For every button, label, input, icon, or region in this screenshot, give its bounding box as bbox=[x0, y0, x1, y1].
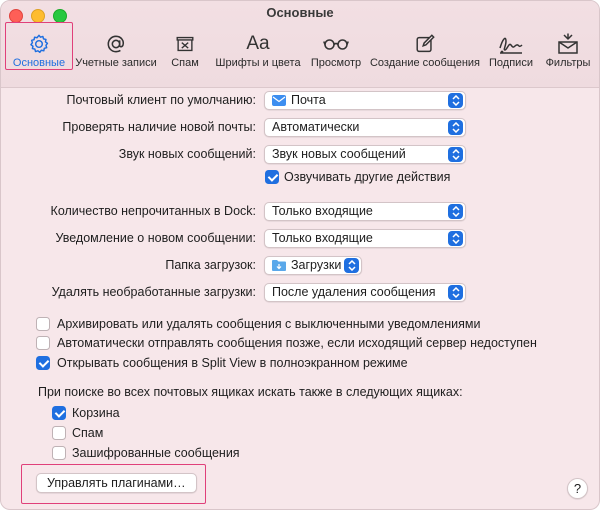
gear-icon bbox=[28, 31, 50, 57]
search-trash-label: Корзина bbox=[72, 406, 120, 420]
popup-arrows-icon bbox=[344, 258, 359, 273]
signature-icon bbox=[498, 31, 524, 57]
search-encrypted-label: Зашифрованные сообщения bbox=[72, 446, 240, 460]
split-view-checkbox[interactable] bbox=[36, 356, 50, 370]
tab-fonts-label: Шрифты и цвета bbox=[215, 57, 301, 69]
tab-signatures-label: Подписи bbox=[489, 57, 533, 69]
popup-arrows-icon bbox=[448, 204, 463, 219]
split-view-label: Открывать сообщения в Split View в полно… bbox=[57, 356, 408, 370]
tab-viewing[interactable]: Просмотр bbox=[307, 23, 365, 69]
archive-muted-checkbox[interactable] bbox=[36, 317, 50, 331]
popup-arrows-icon bbox=[448, 285, 463, 300]
notification-value: Только входящие bbox=[272, 231, 373, 245]
tab-viewing-label: Просмотр bbox=[310, 57, 362, 69]
glasses-icon bbox=[323, 31, 349, 57]
check-mail-row: Проверять наличие новой почты: Автоматич… bbox=[1, 116, 599, 138]
downloads-folder-value: Загрузки bbox=[291, 258, 342, 272]
popup-arrows-icon bbox=[448, 93, 463, 108]
at-sign-icon bbox=[105, 31, 127, 57]
dock-unread-row: Количество непрочитанных в Dock: Только … bbox=[1, 200, 599, 222]
notification-popup[interactable]: Только входящие bbox=[264, 228, 466, 248]
tab-junk-mail[interactable]: Спам bbox=[163, 23, 207, 69]
popup-arrows-icon bbox=[448, 120, 463, 135]
preferences-toolbar: Основные Учетные записи Спам Aa Шрифты и… bbox=[1, 23, 599, 85]
search-section-heading: При поиске во всех почтовых ящиках искат… bbox=[38, 385, 463, 399]
tab-rules-label: Фильтры bbox=[545, 57, 591, 69]
remove-downloads-value: После удаления сообщения bbox=[272, 285, 436, 299]
manage-plugins-button[interactable]: Управлять плагинами… bbox=[36, 473, 197, 493]
search-junk-label: Спам bbox=[72, 426, 104, 440]
send-later-label: Автоматически отправлять сообщения позже… bbox=[57, 336, 537, 350]
tab-accounts-label: Учетные записи bbox=[75, 57, 157, 69]
check-mail-value: Автоматически bbox=[272, 120, 360, 134]
help-button[interactable]: ? bbox=[567, 478, 588, 499]
new-mail-sound-row: Звук новых сообщений: Звук новых сообщен… bbox=[1, 143, 599, 165]
notification-label: Уведомление о новом сообщении: bbox=[55, 231, 256, 245]
archive-muted-label: Архивировать или удалять сообщения с вык… bbox=[57, 317, 481, 331]
mail-preferences-window: Основные Основные Учетные записи Спам Aa… bbox=[0, 0, 600, 510]
check-mail-label: Проверять наличие новой почты: bbox=[62, 120, 256, 134]
default-client-label: Почтовый клиент по умолчанию: bbox=[66, 93, 256, 107]
play-other-sounds-label: Озвучивать другие действия bbox=[284, 170, 451, 184]
tab-composing[interactable]: Создание сообщения bbox=[369, 23, 481, 69]
remove-downloads-label: Удалять необработанные загрузки: bbox=[51, 285, 256, 299]
new-mail-sound-label: Звук новых сообщений: bbox=[118, 147, 256, 161]
downloads-folder-row: Папка загрузок: Загрузки bbox=[1, 254, 599, 276]
junk-mail-icon bbox=[174, 31, 196, 57]
new-mail-sound-value: Звук новых сообщений bbox=[272, 147, 406, 161]
default-client-value: Почта bbox=[291, 93, 326, 107]
search-trash-checkbox[interactable] bbox=[52, 406, 66, 420]
remove-downloads-row: Удалять необработанные загрузки: После у… bbox=[1, 281, 599, 303]
dock-unread-value: Только входящие bbox=[272, 204, 373, 218]
tab-general[interactable]: Основные bbox=[7, 23, 71, 69]
dock-unread-popup[interactable]: Только входящие bbox=[264, 201, 466, 221]
mail-app-icon bbox=[272, 94, 286, 106]
check-mail-popup[interactable]: Автоматически bbox=[264, 117, 466, 137]
title-bar: Основные Основные Учетные записи Спам Aa… bbox=[1, 1, 599, 88]
tab-junk-label: Спам bbox=[171, 57, 199, 69]
folder-icon bbox=[272, 259, 286, 271]
search-junk-checkbox[interactable] bbox=[52, 426, 66, 440]
remove-downloads-popup[interactable]: После удаления сообщения bbox=[264, 282, 466, 302]
compose-icon bbox=[414, 31, 436, 57]
tab-fonts-colors[interactable]: Aa Шрифты и цвета bbox=[213, 23, 303, 69]
downloads-folder-popup[interactable]: Загрузки bbox=[264, 255, 362, 275]
play-other-sounds-checkbox[interactable] bbox=[265, 170, 279, 184]
tab-accounts[interactable]: Учетные записи bbox=[75, 23, 157, 69]
default-client-row: Почтовый клиент по умолчанию: Почта bbox=[1, 89, 599, 111]
tab-general-label: Основные bbox=[12, 57, 66, 69]
default-client-popup[interactable]: Почта bbox=[264, 90, 466, 110]
dock-unread-label: Количество непрочитанных в Dock: bbox=[50, 204, 256, 218]
general-settings-pane: Почтовый клиент по умолчанию: Почта Пров… bbox=[1, 88, 599, 509]
tab-rules[interactable]: Фильтры bbox=[541, 23, 595, 69]
tab-composing-label: Создание сообщения bbox=[369, 57, 481, 69]
search-encrypted-checkbox[interactable] bbox=[52, 446, 66, 460]
window-title: Основные bbox=[266, 5, 334, 20]
popup-arrows-icon bbox=[448, 147, 463, 162]
new-mail-sound-popup[interactable]: Звук новых сообщений bbox=[264, 144, 466, 164]
rules-icon bbox=[556, 31, 580, 57]
tab-signatures[interactable]: Подписи bbox=[485, 23, 537, 69]
downloads-folder-label: Папка загрузок: bbox=[165, 258, 256, 272]
popup-arrows-icon bbox=[448, 231, 463, 246]
fonts-icon: Aa bbox=[246, 33, 270, 54]
send-later-checkbox[interactable] bbox=[36, 336, 50, 350]
notification-row: Уведомление о новом сообщении: Только вх… bbox=[1, 227, 599, 249]
